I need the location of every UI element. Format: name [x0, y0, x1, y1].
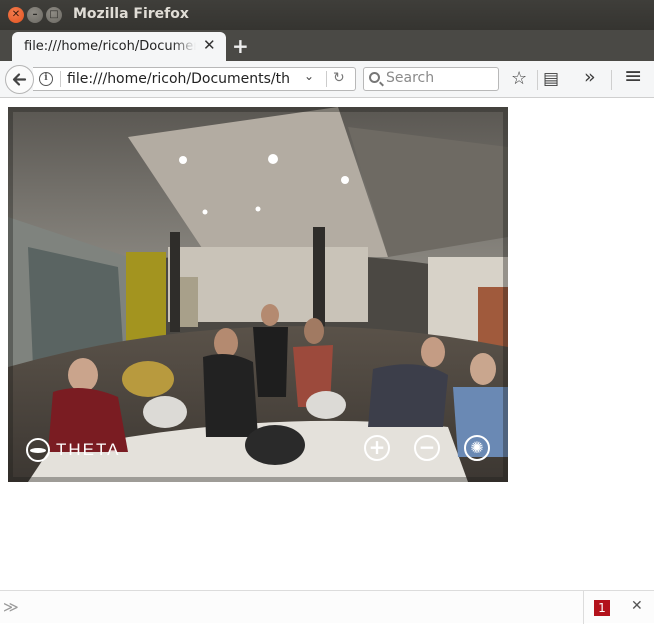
auto-rotate-icon[interactable]: ✺ — [464, 435, 490, 461]
tab-close-button[interactable]: ✕ — [203, 37, 216, 53]
overflow-icon[interactable]: » — [584, 65, 596, 89]
panorama-image — [8, 107, 508, 482]
url-divider — [60, 71, 61, 87]
tab-strip: file:///home/ricoh/Documents/theta ✕ + — [0, 30, 654, 61]
window-close-button[interactable]: ✕ — [8, 7, 24, 23]
zoom-in-icon[interactable]: + — [364, 435, 390, 461]
bottom-toolbar: ≫ 1 ✕ — [0, 590, 654, 624]
new-tab-button[interactable]: + — [232, 34, 249, 58]
theta-logo-text: THETA — [56, 440, 121, 459]
bottom-divider — [583, 591, 584, 624]
expand-chevron-icon[interactable]: ≫ — [3, 598, 19, 616]
back-button[interactable] — [5, 65, 34, 94]
reader-icon[interactable]: ▤ — [543, 67, 559, 91]
window-title: Mozilla Firefox — [73, 6, 189, 22]
search-icon — [369, 72, 380, 83]
info-icon[interactable]: i — [39, 72, 53, 86]
url-divider-2 — [326, 71, 327, 87]
panorama-viewer[interactable]: THETA + − ✺ — [8, 107, 508, 482]
search-box[interactable] — [363, 67, 499, 91]
zoom-out-icon[interactable]: − — [414, 435, 440, 461]
error-count-badge[interactable]: 1 — [594, 600, 610, 616]
toolbar-divider — [537, 70, 538, 90]
tab-label: file:///home/ricoh/Documents/theta — [24, 39, 196, 54]
url-text[interactable]: file:///home/ricoh/Documents/th — [67, 71, 297, 87]
reload-icon[interactable]: ↻ — [333, 70, 345, 86]
bottom-close-button[interactable]: ✕ — [631, 598, 643, 614]
tab-active[interactable]: file:///home/ricoh/Documents/theta ✕ — [12, 32, 226, 61]
url-bar[interactable]: i file:///home/ricoh/Documents/th ⌄ ↻ — [33, 67, 356, 91]
back-icon — [12, 73, 27, 86]
theta-logo-icon — [26, 438, 50, 462]
window-minimize-button[interactable]: – — [27, 7, 43, 23]
window-maximize-button[interactable]: □ — [46, 7, 62, 23]
bookmark-star-icon[interactable]: ☆ — [511, 67, 527, 91]
search-input[interactable] — [386, 70, 494, 86]
hamburger-menu-icon[interactable]: ≡ — [624, 65, 642, 89]
nav-bar: i file:///home/ricoh/Documents/th ⌄ ↻ ☆ … — [0, 61, 654, 98]
dropdown-icon[interactable]: ⌄ — [304, 69, 314, 83]
title-bar: ✕ – □ Mozilla Firefox — [0, 0, 654, 30]
toolbar-divider-2 — [611, 70, 612, 90]
